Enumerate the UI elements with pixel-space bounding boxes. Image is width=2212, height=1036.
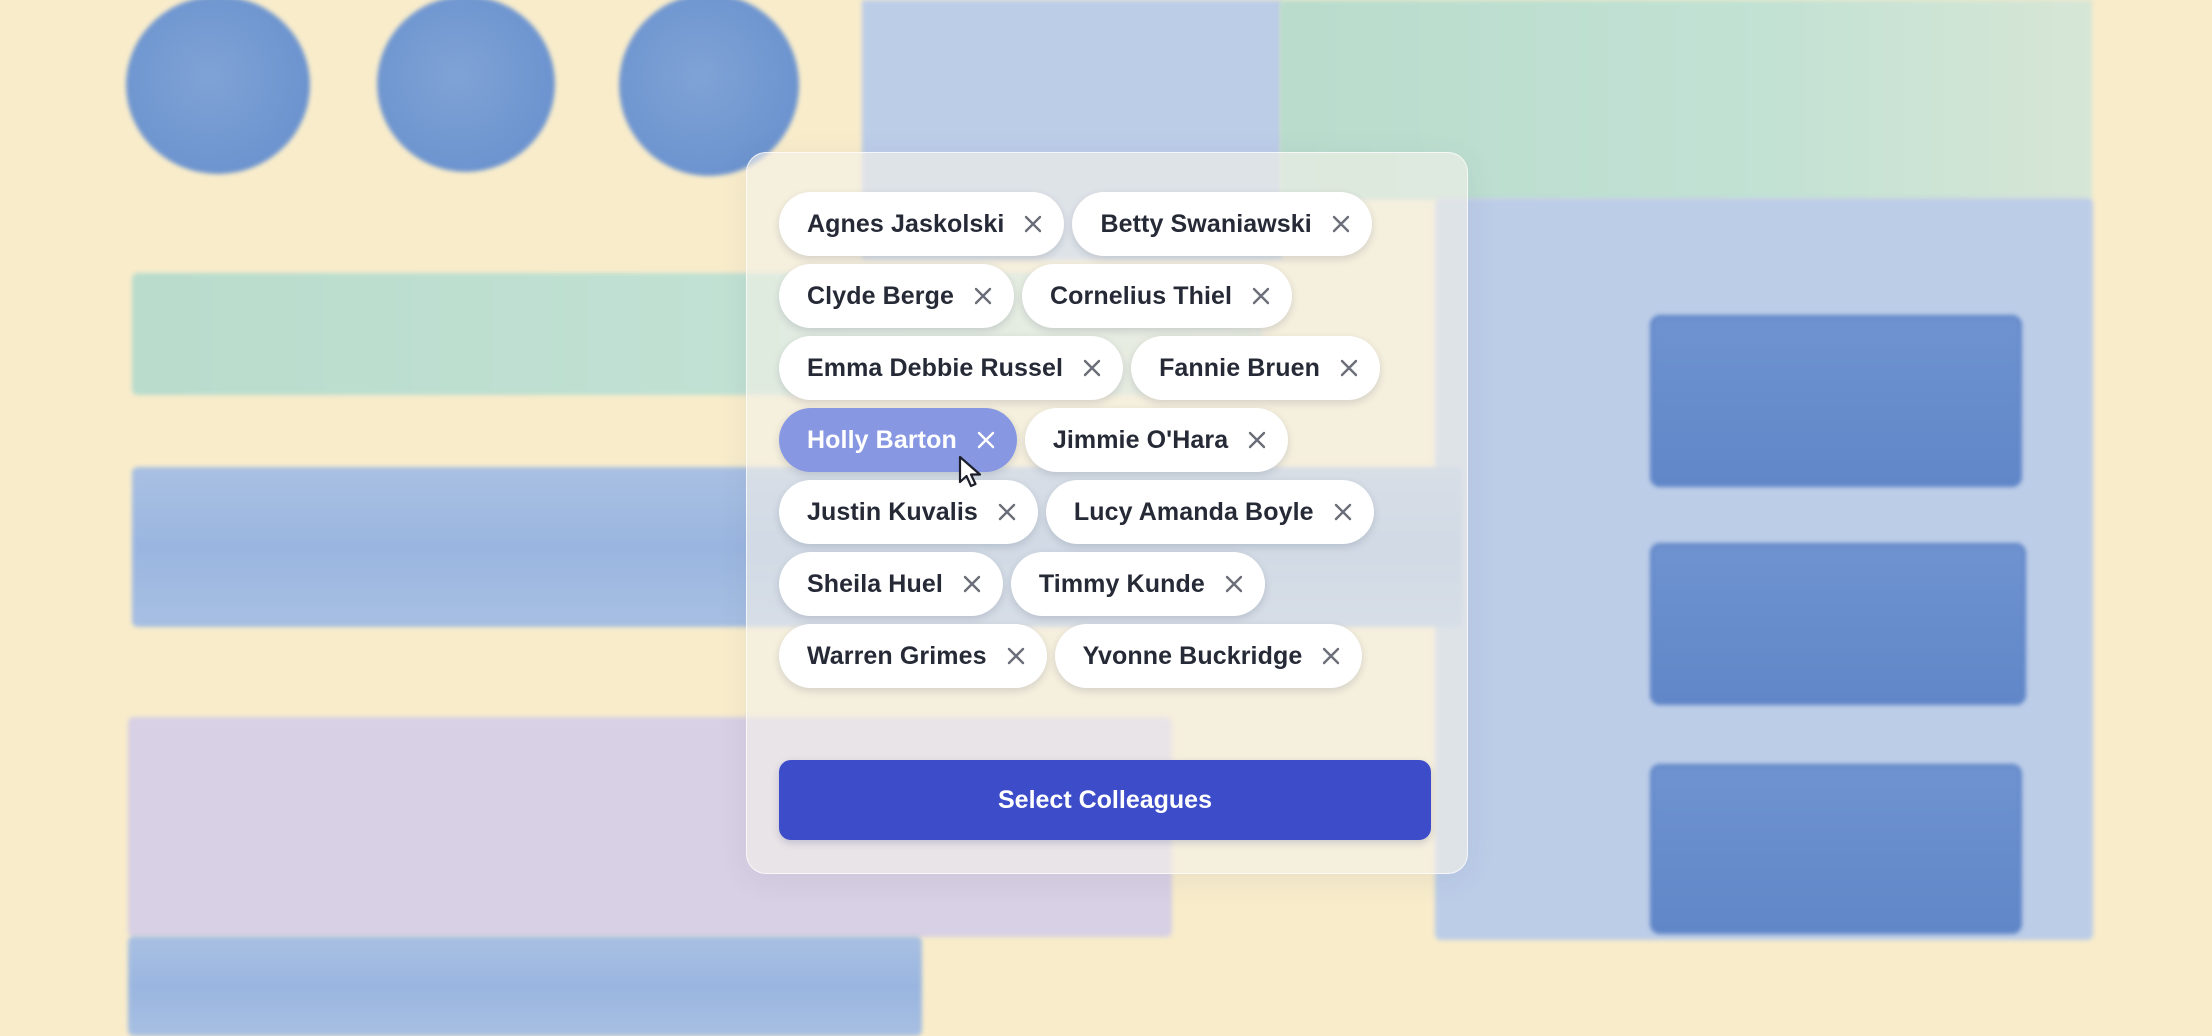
colleague-chip[interactable]: Cornelius Thiel [1022,264,1293,328]
colleague-chip-label: Emma Debbie Russel [807,353,1064,382]
background-circle [126,0,310,174]
colleague-chip[interactable]: Lucy Amanda Boyle [1045,480,1374,544]
colleague-picker-panel: Agnes Jaskolski Betty Swaniawski Clyde Ber… [746,152,1468,874]
colleague-chip[interactable]: Timmy Kunde [1010,552,1265,616]
close-icon[interactable] [1332,501,1354,523]
background-block [1650,315,2022,487]
close-icon[interactable] [975,429,997,451]
close-icon[interactable] [1022,213,1044,235]
colleague-chip-label: Yvonne Buckridge [1082,641,1303,670]
colleague-chip-label: Lucy Amanda Boyle [1073,497,1314,526]
colleague-chip-label: Cornelius Thiel [1050,281,1233,310]
close-icon[interactable] [972,285,994,307]
close-icon[interactable] [1246,429,1268,451]
close-icon[interactable] [1081,357,1103,379]
colleague-chip-label: Fannie Bruen [1159,353,1321,382]
close-icon[interactable] [1338,357,1360,379]
colleague-chip[interactable]: Clyde Berge [779,264,1014,328]
background-block [1650,543,2026,705]
colleague-chip-label: Timmy Kunde [1038,569,1205,598]
colleague-chip-label: Clyde Berge [807,281,954,310]
colleague-chip-label: Warren Grimes [807,641,987,670]
close-icon[interactable] [1250,285,1272,307]
background-block [128,936,922,1036]
close-icon[interactable] [1223,573,1245,595]
close-icon[interactable] [1330,213,1352,235]
colleague-chip-label: Justin Kuvalis [807,497,978,526]
close-icon[interactable] [996,501,1018,523]
background-circle [619,0,799,176]
colleague-chip[interactable]: Warren Grimes [779,624,1047,688]
close-icon[interactable] [1320,645,1342,667]
colleague-chip-label: Agnes Jaskolski [807,209,1005,238]
colleague-chip[interactable]: Justin Kuvalis [779,480,1038,544]
colleague-chip[interactable]: Sheila Huel [779,552,1003,616]
select-colleagues-button[interactable]: Select Colleagues [779,760,1431,840]
colleague-chip-label: Betty Swaniawski [1100,209,1312,238]
colleague-chip-label: Holly Barton [807,425,957,454]
colleague-chip-label: Sheila Huel [807,569,943,598]
background-block [1650,764,2022,934]
colleague-chip[interactable]: Emma Debbie Russel [779,336,1124,400]
colleague-chip[interactable]: Fannie Bruen [1131,336,1381,400]
colleague-chip[interactable]: Betty Swaniawski [1072,192,1372,256]
selected-colleagues-list: Agnes Jaskolski Betty Swaniawski Clyde Ber… [779,192,1439,688]
close-icon[interactable] [961,573,983,595]
colleague-chip[interactable]: Yvonne Buckridge [1054,624,1363,688]
colleague-chip[interactable]: Agnes Jaskolski [779,192,1065,256]
mouse-cursor-icon [958,455,982,488]
background-circle [377,0,555,172]
colleague-chip[interactable]: Jimmie O'Hara [1024,408,1289,472]
close-icon[interactable] [1005,645,1027,667]
colleague-chip-label: Jimmie O'Hara [1052,425,1229,454]
